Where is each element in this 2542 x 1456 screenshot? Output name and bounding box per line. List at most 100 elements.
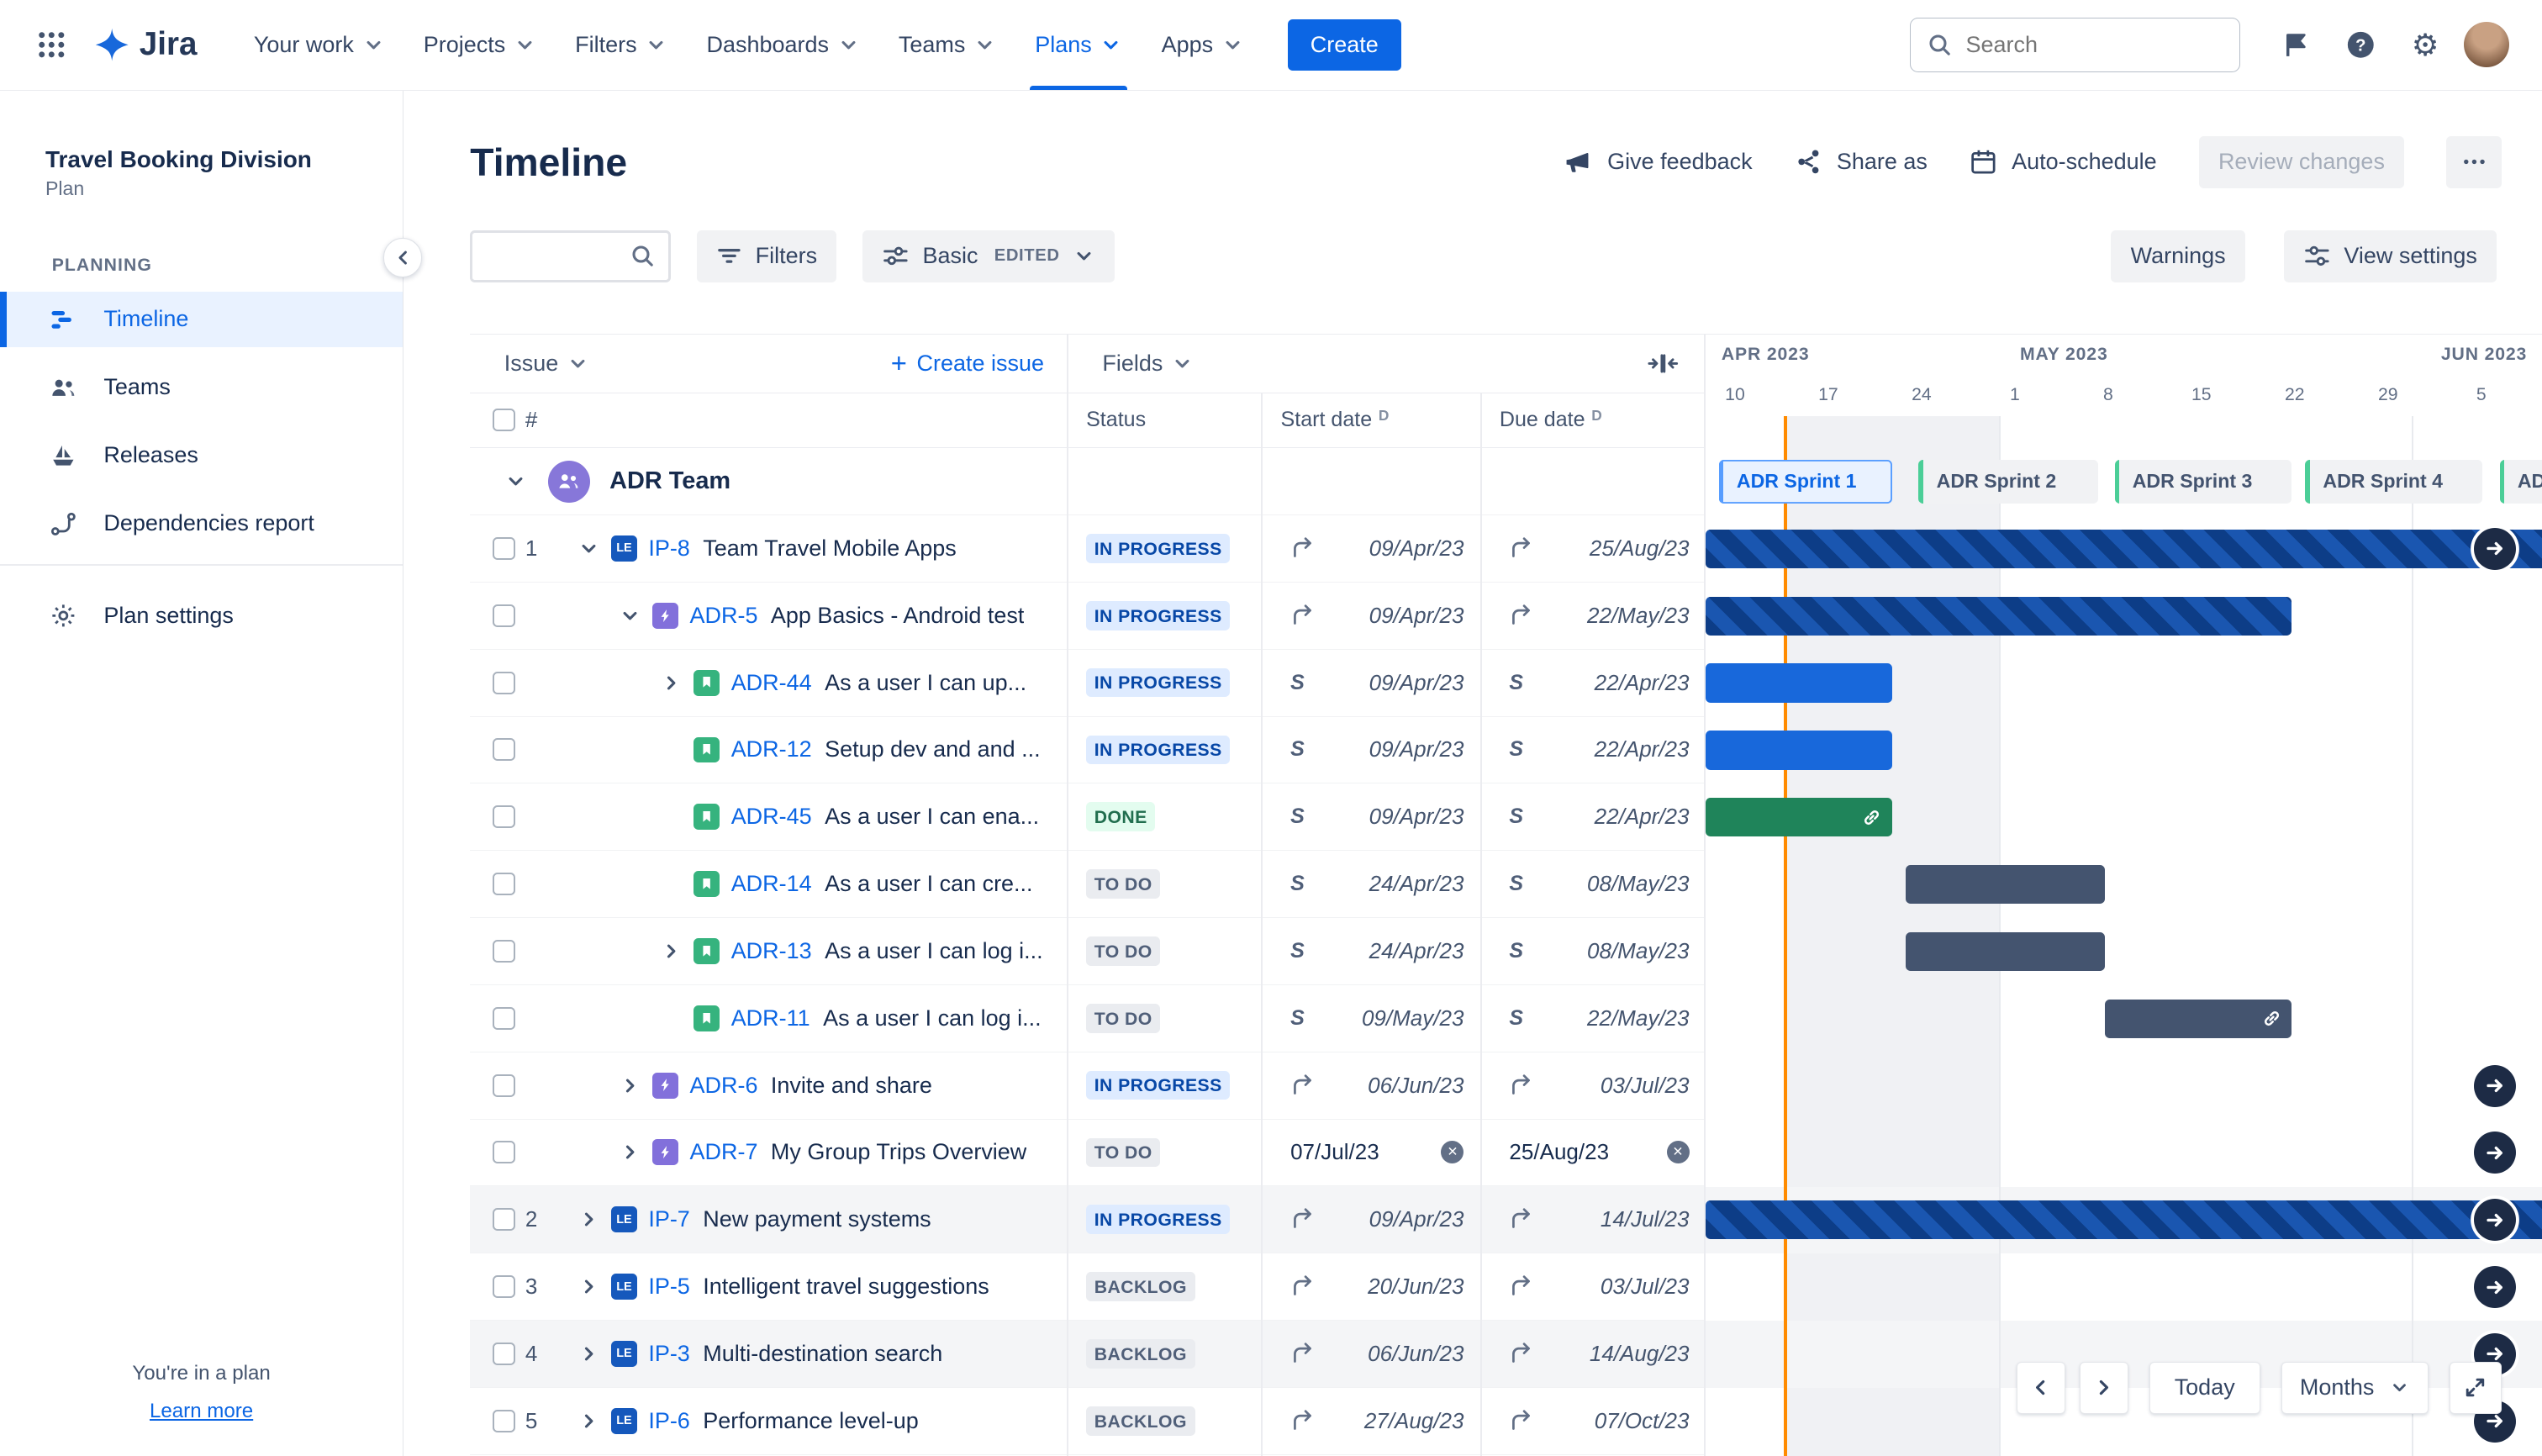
chevron-right-icon[interactable]	[658, 938, 684, 964]
due-date-cell[interactable]: 22/May/23	[1480, 603, 1706, 629]
row-checkbox[interactable]	[493, 1208, 516, 1232]
nav-item-apps[interactable]: Apps	[1143, 0, 1262, 90]
issue-key-link[interactable]: IP-3	[648, 1341, 690, 1367]
clear-date-icon[interactable]: ✕	[1666, 1141, 1690, 1164]
gantt-bar-adr-14[interactable]	[1905, 864, 2106, 905]
issue-key-link[interactable]: IP-8	[648, 535, 690, 562]
create-button[interactable]: Create	[1287, 18, 1401, 71]
warnings-button[interactable]: Warnings	[2111, 229, 2245, 282]
settings-gear-icon[interactable]: ⚙	[2399, 19, 2451, 71]
issue-column-header[interactable]: Issue + Create issue	[470, 349, 1067, 377]
offscreen-bar-arrow-icon[interactable]	[2473, 527, 2517, 571]
due-date-cell[interactable]: 25/Aug/23 ✕	[1480, 1139, 1706, 1165]
issue-search-input[interactable]	[485, 243, 630, 270]
nav-item-plans[interactable]: Plans	[1017, 0, 1141, 91]
jira-logo[interactable]: Jira	[94, 26, 197, 63]
chevron-right-icon[interactable]	[576, 1274, 602, 1300]
offscreen-bar-arrow-icon[interactable]	[2473, 1132, 2517, 1174]
start-date-cell[interactable]: 09/Apr/23	[1261, 1206, 1479, 1232]
help-icon[interactable]: ?	[2334, 19, 2386, 71]
status-badge[interactable]: BACKLOG	[1086, 1272, 1195, 1301]
status-badge[interactable]: IN PROGRESS	[1086, 534, 1231, 563]
status-badge[interactable]: DONE	[1086, 802, 1156, 832]
row-checkbox[interactable]	[493, 1006, 516, 1030]
notifications-icon[interactable]	[2270, 19, 2322, 71]
row-checkbox[interactable]	[493, 1074, 516, 1097]
row-checkbox[interactable]	[493, 536, 516, 560]
collapse-columns-icon[interactable]	[1647, 351, 1680, 377]
chevron-right-icon[interactable]	[576, 1408, 602, 1434]
due-date-cell[interactable]: 14/Aug/23	[1480, 1341, 1706, 1367]
due-date-cell[interactable]: 25/Aug/23	[1480, 535, 1706, 562]
start-date-cell[interactable]: S 24/Apr/23	[1261, 871, 1479, 897]
gantt-bar-adr-5[interactable]	[1705, 596, 2292, 636]
start-date-cell[interactable]: S 09/Apr/23	[1261, 670, 1479, 696]
sprint-pill-adr-sprint-3[interactable]: ADR Sprint 3	[2114, 459, 2292, 504]
zoom-level-select[interactable]: Months	[2281, 1361, 2429, 1414]
issue-key-link[interactable]: ADR-12	[731, 736, 812, 762]
row-checkbox[interactable]	[493, 873, 516, 896]
row-checkbox[interactable]	[493, 671, 516, 694]
chevron-right-icon[interactable]	[617, 1139, 643, 1165]
due-date-cell[interactable]: S 22/Apr/23	[1480, 736, 1706, 762]
user-avatar[interactable]	[2464, 22, 2510, 68]
row-checkbox[interactable]	[493, 1275, 516, 1299]
row-checkbox[interactable]	[493, 1141, 516, 1164]
gantt-bar-ip-8[interactable]	[1705, 529, 2542, 569]
issue-key-link[interactable]: ADR-45	[731, 804, 812, 830]
chevron-right-icon[interactable]	[658, 670, 684, 696]
offscreen-bar-arrow-icon[interactable]	[2473, 1266, 2517, 1309]
gantt-bar-adr-13[interactable]	[1905, 931, 2106, 972]
start-date-cell[interactable]: S 09/Apr/23	[1261, 804, 1479, 830]
clear-date-icon[interactable]: ✕	[1441, 1141, 1464, 1164]
row-checkbox[interactable]	[493, 604, 516, 627]
due-date-cell[interactable]: S 08/May/23	[1480, 938, 1706, 964]
issue-key-link[interactable]: ADR-11	[731, 1005, 810, 1031]
status-badge[interactable]: BACKLOG	[1086, 1406, 1195, 1436]
sidebar-item-timeline[interactable]: Timeline	[0, 292, 403, 347]
due-date-cell[interactable]: 03/Jul/23	[1480, 1274, 1706, 1300]
issue-key-link[interactable]: IP-7	[648, 1206, 690, 1232]
nav-item-dashboards[interactable]: Dashboards	[688, 0, 878, 90]
auto-schedule-button[interactable]: Auto-schedule	[1970, 148, 2157, 176]
nav-item-teams[interactable]: Teams	[881, 0, 1015, 90]
issue-key-link[interactable]: ADR-44	[731, 670, 812, 696]
start-date-cell[interactable]: 06/Jun/23	[1261, 1073, 1479, 1099]
scroll-left-icon[interactable]	[2016, 1361, 2065, 1414]
status-badge[interactable]: IN PROGRESS	[1086, 667, 1231, 698]
row-checkbox[interactable]	[493, 805, 516, 829]
chevron-right-icon[interactable]	[576, 1206, 602, 1232]
status-badge[interactable]: TO DO	[1086, 1003, 1161, 1033]
nav-item-filters[interactable]: Filters	[557, 0, 686, 90]
status-badge[interactable]: IN PROGRESS	[1086, 1070, 1231, 1100]
sidebar-item-teams[interactable]: Teams	[0, 360, 403, 415]
start-date-cell[interactable]: 09/Apr/23	[1261, 603, 1479, 629]
issue-key-link[interactable]: IP-5	[648, 1274, 690, 1300]
review-changes-button[interactable]: Review changes	[2198, 135, 2405, 188]
issue-key-link[interactable]: ADR-6	[690, 1073, 758, 1099]
chevron-down-icon[interactable]	[576, 535, 602, 562]
sidebar-item-dependencies-report[interactable]: Dependencies report	[0, 496, 403, 551]
issue-key-link[interactable]: ADR-7	[690, 1139, 758, 1165]
create-issue-button[interactable]: + Create issue	[891, 349, 1044, 377]
start-date-cell[interactable]: 07/Jul/23 ✕	[1261, 1139, 1479, 1165]
fullscreen-icon[interactable]	[2450, 1361, 2502, 1414]
fields-column-header[interactable]: Fields	[1067, 351, 1706, 377]
start-date-cell[interactable]: 09/Apr/23	[1261, 535, 1479, 562]
sidebar-item-releases[interactable]: Releases	[0, 428, 403, 483]
start-date-cell[interactable]: 06/Jun/23	[1261, 1341, 1479, 1367]
status-badge[interactable]: IN PROGRESS	[1086, 1205, 1231, 1235]
scroll-right-icon[interactable]	[2079, 1361, 2128, 1414]
team-group-row[interactable]: ADR Team	[470, 448, 1706, 516]
gantt-bar-adr-44[interactable]	[1705, 663, 1892, 703]
due-date-cell[interactable]: 07/Oct/23	[1480, 1408, 1706, 1434]
issue-key-link[interactable]: ADR-13	[731, 938, 812, 964]
status-badge[interactable]: BACKLOG	[1086, 1339, 1195, 1369]
start-date-cell[interactable]: 20/Jun/23	[1261, 1274, 1479, 1300]
start-date-cell[interactable]: S 09/May/23	[1261, 1005, 1479, 1031]
select-all-checkbox[interactable]	[493, 409, 516, 432]
sidebar-item-plan-settings[interactable]: Plan settings	[0, 588, 403, 644]
chevron-down-icon[interactable]	[617, 603, 643, 629]
today-button[interactable]: Today	[2149, 1361, 2260, 1414]
share-as-button[interactable]: Share as	[1795, 148, 1928, 176]
